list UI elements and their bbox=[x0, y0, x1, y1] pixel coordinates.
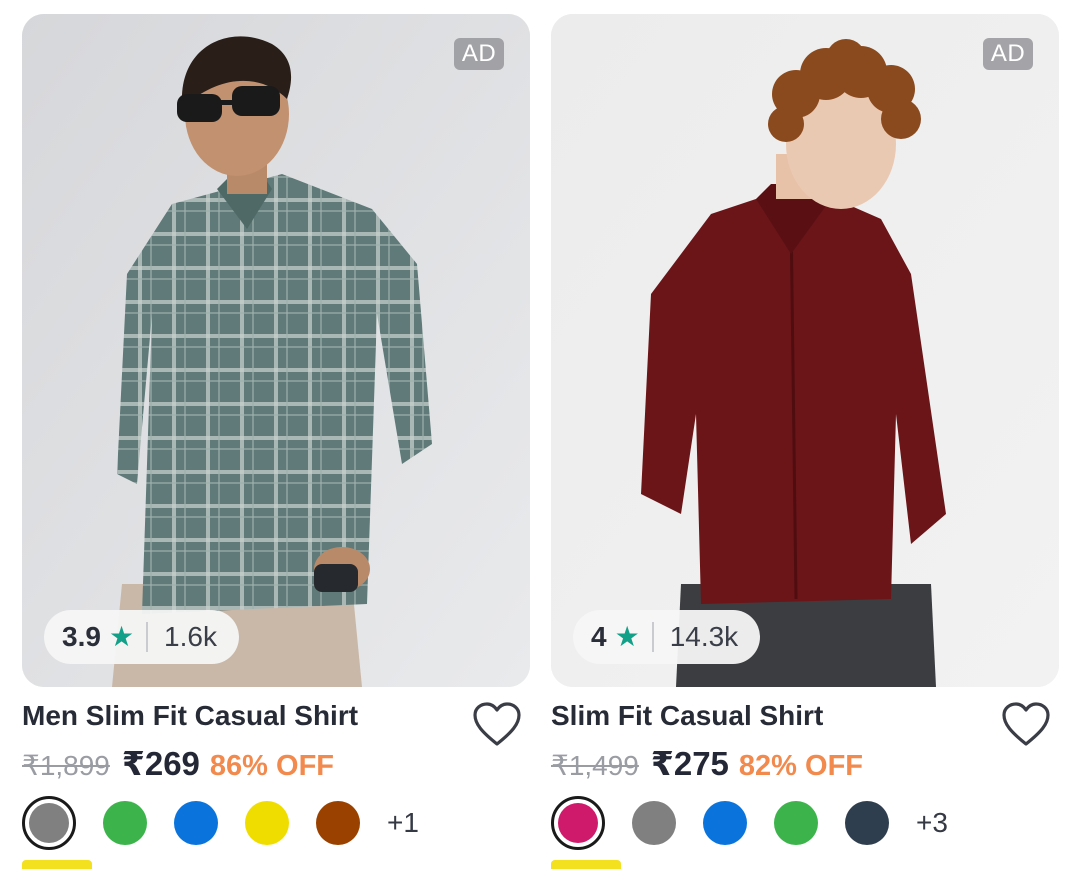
star-icon: ★ bbox=[108, 621, 135, 652]
ad-badge: AD bbox=[983, 38, 1033, 70]
color-swatch-blue[interactable] bbox=[703, 801, 747, 845]
product-photo-placeholder bbox=[551, 14, 1059, 687]
product-image[interactable]: AD 4 ★ 14.3k bbox=[551, 14, 1059, 687]
color-swatch-navy[interactable] bbox=[845, 801, 889, 845]
price-row: ₹1,499 ₹275 82% OFF bbox=[551, 744, 863, 783]
promo-tag-strip bbox=[22, 860, 92, 869]
discount-label: 86% OFF bbox=[209, 750, 335, 782]
product-card[interactable]: AD 4 ★ 14.3k Slim Fit Casual Shirt ₹1,49… bbox=[551, 0, 1059, 869]
product-title[interactable]: Slim Fit Casual Shirt bbox=[551, 700, 823, 732]
color-swatch-grey[interactable] bbox=[632, 801, 676, 845]
heart-outline-icon[interactable] bbox=[472, 702, 522, 748]
promo-tag-strip bbox=[551, 860, 621, 869]
ad-badge: AD bbox=[454, 38, 504, 70]
rating-count: 14.3k bbox=[669, 621, 739, 652]
rating-divider bbox=[146, 622, 149, 652]
color-swatches: +3 bbox=[551, 796, 948, 850]
product-title[interactable]: Men Slim Fit Casual Shirt bbox=[22, 700, 358, 732]
color-swatch-brown[interactable] bbox=[316, 801, 360, 845]
rating-divider bbox=[651, 622, 654, 652]
product-grid: AD 3.9 ★ 1.6k Men Slim Fit Casual Shirt … bbox=[0, 0, 1079, 869]
product-card[interactable]: AD 3.9 ★ 1.6k Men Slim Fit Casual Shirt … bbox=[22, 0, 530, 869]
color-swatch-pink[interactable] bbox=[551, 796, 605, 850]
star-icon: ★ bbox=[614, 621, 640, 652]
product-photo-placeholder bbox=[22, 14, 530, 687]
color-swatch-grey[interactable] bbox=[22, 796, 76, 850]
mrp-price: ₹1,899 bbox=[22, 750, 110, 781]
price-row: ₹1,899 ₹269 86% OFF bbox=[22, 744, 334, 783]
color-swatch-green[interactable] bbox=[774, 801, 818, 845]
selling-price: ₹269 bbox=[121, 745, 200, 782]
heart-outline-icon[interactable] bbox=[1001, 702, 1051, 748]
more-colors[interactable]: +3 bbox=[916, 807, 948, 839]
color-swatch-yellow[interactable] bbox=[245, 801, 289, 845]
color-swatch-green[interactable] bbox=[103, 801, 147, 845]
rating-score: 3.9 bbox=[62, 621, 101, 652]
selling-price: ₹275 bbox=[650, 745, 729, 782]
mrp-price: ₹1,499 bbox=[551, 750, 639, 781]
rating-score: 4 bbox=[591, 621, 607, 652]
rating-pill: 3.9 ★ 1.6k bbox=[44, 610, 239, 664]
rating-count: 1.6k bbox=[164, 621, 217, 652]
product-image[interactable]: AD 3.9 ★ 1.6k bbox=[22, 14, 530, 687]
color-swatch-blue[interactable] bbox=[174, 801, 218, 845]
rating-pill: 4 ★ 14.3k bbox=[573, 610, 761, 664]
more-colors[interactable]: +1 bbox=[387, 807, 419, 839]
color-swatches: +1 bbox=[22, 796, 419, 850]
discount-label: 82% OFF bbox=[738, 750, 864, 782]
